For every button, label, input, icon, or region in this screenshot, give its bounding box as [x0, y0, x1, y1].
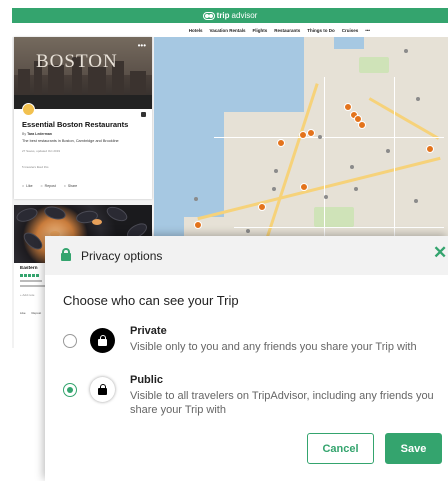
lock-icon	[90, 328, 115, 353]
trip-item-title[interactable]: Eastern	[20, 266, 38, 271]
option-public-name: Public	[130, 374, 164, 386]
dialog-question: Choose who can see your Trip	[63, 293, 239, 308]
lock-body	[61, 253, 71, 261]
repost-button[interactable]: Repost	[41, 184, 56, 188]
map-poi-dot[interactable]	[414, 199, 418, 203]
map-pin[interactable]	[307, 129, 315, 137]
hero-building	[130, 71, 146, 95]
lock-body	[98, 388, 107, 395]
dialog-title: Privacy options	[81, 249, 163, 263]
nav-hotels[interactable]: Hotels	[189, 28, 203, 33]
map-pin[interactable]	[300, 183, 308, 191]
logo-part2: advisor	[231, 11, 258, 20]
radio-private[interactable]	[63, 334, 77, 348]
radio-public[interactable]	[63, 383, 77, 397]
map-pin[interactable]	[194, 221, 202, 229]
map-pin[interactable]	[344, 103, 352, 111]
map-pin[interactable]	[426, 145, 434, 153]
trip-meta: 27 Saves, updated Oct 2019	[22, 149, 61, 153]
trip-author: By Tara Lederman	[22, 132, 52, 136]
lock-icon	[141, 112, 146, 117]
close-icon[interactable]: ✕	[433, 244, 447, 261]
map-highway	[368, 97, 440, 140]
nav-restaurants[interactable]: Restaurants	[274, 28, 300, 33]
like-button[interactable]: Like	[22, 184, 32, 188]
option-private-description: Visible only to you and any friends you …	[130, 341, 417, 353]
option-public-description: Visible to all travelers on TripAdvisor,…	[130, 390, 434, 416]
trip-likes-link[interactable]: 5 travelers liked this	[22, 165, 49, 169]
trip-hero-image[interactable]: BOSTON •••	[14, 37, 152, 109]
mussel-shape	[14, 205, 40, 225]
card-menu-icon[interactable]: •••	[138, 41, 146, 50]
lock-icon	[61, 248, 71, 261]
nav-cruises[interactable]: Cruises	[342, 28, 359, 33]
nav-things-to-do[interactable]: Things to Do	[307, 28, 335, 33]
site-header: trip advisor	[12, 8, 448, 23]
lock-glyph	[98, 384, 107, 395]
map-park	[314, 207, 354, 227]
trip-item-text	[20, 280, 42, 282]
hero-boston-text: BOSTON	[36, 51, 118, 72]
trip-item-actions: Like Repost	[20, 311, 41, 315]
map-pin[interactable]	[258, 203, 266, 211]
map-street	[214, 137, 444, 138]
option-public[interactable]: Public Visible to all travelers on TripA…	[63, 373, 448, 425]
mussel-meat	[92, 219, 102, 225]
page: trip advisor Hotels Vacation Rentals Flig…	[0, 0, 448, 481]
map-poi-dot[interactable]	[386, 149, 390, 153]
map-poi-dot[interactable]	[416, 97, 420, 101]
trip-description: The best restaurants in Boston, Cambridg…	[22, 139, 119, 143]
map-park	[359, 57, 389, 73]
map-poi-dot[interactable]	[318, 135, 322, 139]
rating-bubbles	[20, 274, 40, 277]
repost-button[interactable]: Repost	[32, 311, 42, 315]
lock-icon	[90, 377, 115, 402]
author-prefix: By	[22, 132, 27, 136]
lock-glyph	[98, 335, 107, 346]
trip-actions: Like Repost Share	[22, 184, 77, 188]
map-pin[interactable]	[277, 139, 285, 147]
map-poi-dot[interactable]	[246, 229, 250, 233]
map-pin[interactable]	[299, 131, 307, 139]
cancel-button[interactable]: Cancel	[307, 433, 374, 464]
trip-item-text	[20, 285, 46, 287]
logo-part1: trip	[216, 11, 230, 20]
author-name[interactable]: Tara Lederman	[27, 132, 52, 136]
privacy-dialog: Privacy options ✕ Choose who can see you…	[45, 236, 448, 481]
owl-eyes-icon	[202, 11, 215, 20]
map-water	[334, 37, 364, 49]
option-private[interactable]: Private Visible only to you and any frie…	[63, 322, 448, 362]
option-private-name: Private	[130, 325, 167, 337]
nav-more[interactable]: •••	[365, 28, 370, 33]
map-poi-dot[interactable]	[354, 187, 358, 191]
map-street	[234, 227, 444, 228]
share-button[interactable]: Share	[64, 184, 77, 188]
mussel-shape	[42, 205, 68, 222]
map-water	[154, 97, 224, 217]
map-poi-dot[interactable]	[324, 195, 328, 199]
like-button[interactable]: Like	[20, 311, 26, 315]
map-poi-dot[interactable]	[194, 197, 198, 201]
tripadvisor-logo[interactable]: trip advisor	[202, 11, 258, 20]
mussel-shape	[104, 205, 130, 225]
map-poi-dot[interactable]	[274, 169, 278, 173]
mussel-shape	[20, 229, 46, 253]
dialog-header: Privacy options ✕	[45, 236, 448, 275]
add-note-link[interactable]: + Add note	[20, 293, 34, 297]
nav-vacation-rentals[interactable]: Vacation Rentals	[209, 28, 245, 33]
map-poi-dot[interactable]	[404, 49, 408, 53]
save-button[interactable]: Save	[385, 433, 442, 464]
map-poi-dot[interactable]	[272, 187, 276, 191]
nav-flights[interactable]: Flights	[252, 28, 267, 33]
trip-title[interactable]: Essential Boston Restaurants	[22, 120, 128, 129]
avatar[interactable]	[22, 103, 35, 116]
hero-building	[18, 69, 30, 95]
lock-body	[98, 339, 107, 346]
map-poi-dot[interactable]	[350, 165, 354, 169]
main-nav: Hotels Vacation Rentals Flights Restaura…	[12, 23, 448, 37]
map-pin[interactable]	[358, 121, 366, 129]
trip-card[interactable]: BOSTON ••• Essential Boston Restaurants …	[14, 37, 152, 199]
